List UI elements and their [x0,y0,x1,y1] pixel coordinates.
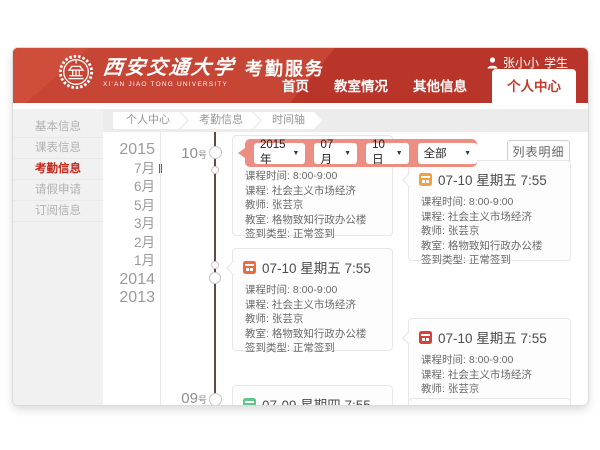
rail-month-2[interactable]: 2月 [103,234,155,253]
card-field-checkin-type: 签到类型:正常签到 [245,227,382,242]
card-fields: 课程时间:8:00-9:00 课程:社会主义市场经济 教师:张芸京 教室:格物致… [233,281,392,364]
attendance-card-row1-right: 07-10 星期五 7:55 课程时间:8:00-9:00 课程:社会主义市场经… [408,160,571,261]
card-fields: 课程时间:8:00-9:00 课程:社会主义市场经济 教师:张芸京 教室:格物致… [409,193,570,276]
timeline-year-rail: 2015 7月 6月 5月 3月 2月 1月 2014 2013 [103,141,155,308]
card-field-checkin-type: 签到类型:正常签到 [245,341,382,356]
university-name-zh: 西安交通大学 [102,56,237,80]
timeline-node-day10-small [211,166,219,174]
card-header: 07-09 星期四 7:55 [233,386,392,405]
calendar-icon [243,261,256,274]
chevron-down-icon: ▼ [344,150,351,157]
date-filter-bubble: 2015年 ▼ 07月 ▼ 10日 ▼ 全部 ▼ [245,139,477,167]
timeline-node-day09-large [209,393,222,405]
card-field-course: 课程:社会主义市场经济 [245,184,382,199]
card-field-course-time: 课程时间:8:00-9:00 [421,195,560,210]
card-field-course-time: 课程时间:8:00-9:00 [245,169,382,184]
timeline-node-mid-large [209,272,221,284]
card-field-course: 课程:社会主义市场经济 [421,368,560,383]
card-field-teacher: 教师:张芸京 [245,312,382,327]
chevron-down-icon: ▼ [396,150,403,157]
card-field-checkin-type: 签到类型:正常签到 [421,253,560,268]
day-dropdown-value: 10日 [372,139,396,167]
nav-item-home[interactable]: 首页 [282,75,309,103]
rail-year-2014[interactable]: 2014 [103,271,155,290]
card-header: 07-10 星期五 7:55 [233,249,392,281]
day-dropdown[interactable]: 10日 ▼ [366,143,409,164]
card-field-teacher: 教师:张芸京 [421,224,560,239]
rail-month-3[interactable]: 3月 [103,215,155,234]
year-dropdown[interactable]: 2015年 ▼ [254,143,305,164]
card-field-course: 课程:社会主义市场经济 [245,298,382,313]
main-nav: 首页 教室情况 其他信息 个人中心 [282,69,576,103]
university-logo-icon [58,54,94,90]
calendar-icon [243,398,256,406]
card-date: 07-10 星期五 7:55 [262,257,371,277]
day-marker-10: 10号 [163,145,207,162]
card-date: 07-09 星期四 7:55 [262,394,371,405]
card-date: 07-10 星期五 7:55 [438,327,547,347]
day-marker-09: 09号 [163,390,207,405]
card-header: 07-10 星期五 7:55 [409,319,570,351]
card-field-course-time: 课程时间:8:00-9:00 [245,283,382,298]
sidebar-item-subscription-info[interactable]: 订阅信息 [13,201,103,222]
card-field-teacher: 教师:张芸京 [245,198,382,213]
nav-item-classrooms[interactable]: 教室情况 [334,75,388,103]
nav-tab-personal-center-active[interactable]: 个人中心 [492,69,576,103]
card-field-course: 课程:社会主义市场经济 [421,210,560,225]
card-field-classroom: 教室:格物致知行政办公楼 [245,213,382,228]
attendance-card-row3-right-clipped [408,398,571,405]
card-fields: 课程时间:8:00-9:00 课程:社会主义市场经济 教师:张芸京 教室:格物致… [409,351,570,405]
breadcrumb: 个人中心 考勤信息 时间轴 [103,109,588,132]
person-icon [487,57,498,69]
calendar-icon [419,173,432,186]
rail-year-2015[interactable]: 2015 [103,141,155,160]
rail-year-2013[interactable]: 2013 [103,289,155,308]
card-field-course-time: 课程时间:8:00-9:00 [421,353,560,368]
breadcrumb-timeline[interactable]: 时间轴 [254,112,322,129]
attendance-card-row2-right: 07-10 星期五 7:55 课程时间:8:00-9:00 课程:社会主义市场经… [408,318,571,405]
timeline-node-mid-small [211,261,219,269]
type-dropdown[interactable]: 全部 ▼ [418,143,477,164]
month-dropdown-value: 07月 [320,139,344,167]
rail-month-5[interactable]: 5月 [103,197,155,216]
attendance-card-row3-left-clipped: 07-09 星期四 7:55 [232,385,393,405]
type-dropdown-value: 全部 [424,145,447,161]
card-field-teacher: 教师:张芸京 [421,382,560,397]
breadcrumb-personal-center[interactable]: 个人中心 [113,112,187,129]
timeline-node-day10-large [209,146,222,159]
rail-month-1[interactable]: 1月 [103,252,155,271]
chevron-down-icon: ▼ [293,150,300,157]
university-name-en: XI'AN JIAO TONG UNIVERSITY [103,81,235,88]
breadcrumb-attendance-info[interactable]: 考勤信息 [181,112,260,129]
attendance-card-row2-left: 07-10 星期五 7:55 课程时间:8:00-9:00 课程:社会主义市场经… [232,248,393,351]
app-header: 西安交通大学 XI'AN JIAO TONG UNIVERSITY 考勤服务 张… [13,48,588,103]
sidebar-item-leave-request[interactable]: 请假申请 [13,180,103,201]
year-dropdown-value: 2015年 [260,139,293,167]
month-dropdown[interactable]: 07月 ▼ [314,143,357,164]
card-field-classroom: 教室:格物致知行政办公楼 [245,327,382,342]
sidebar-item-attendance-info-active[interactable]: 考勤信息 [13,159,103,180]
sidebar-item-schedule-info[interactable]: 课表信息 [13,138,103,159]
chevron-down-icon: ▼ [464,150,471,157]
calendar-icon [419,331,432,344]
card-field-classroom: 教室:格物致知行政办公楼 [421,239,560,254]
sidebar-item-basic-info[interactable]: 基本信息 [13,117,103,138]
rail-separator-line [160,132,161,405]
university-name: 西安交通大学 XI'AN JIAO TONG UNIVERSITY [103,56,235,88]
app-window: 西安交通大学 XI'AN JIAO TONG UNIVERSITY 考勤服务 张… [13,48,588,405]
rail-month-6[interactable]: 6月 [103,178,155,197]
nav-item-other-info[interactable]: 其他信息 [413,75,467,103]
card-date: 07-10 星期五 7:55 [438,169,547,189]
sidebar: 基本信息 课表信息 考勤信息 请假申请 订阅信息 [13,109,103,405]
rail-month-7-current[interactable]: 7月 [103,160,155,179]
